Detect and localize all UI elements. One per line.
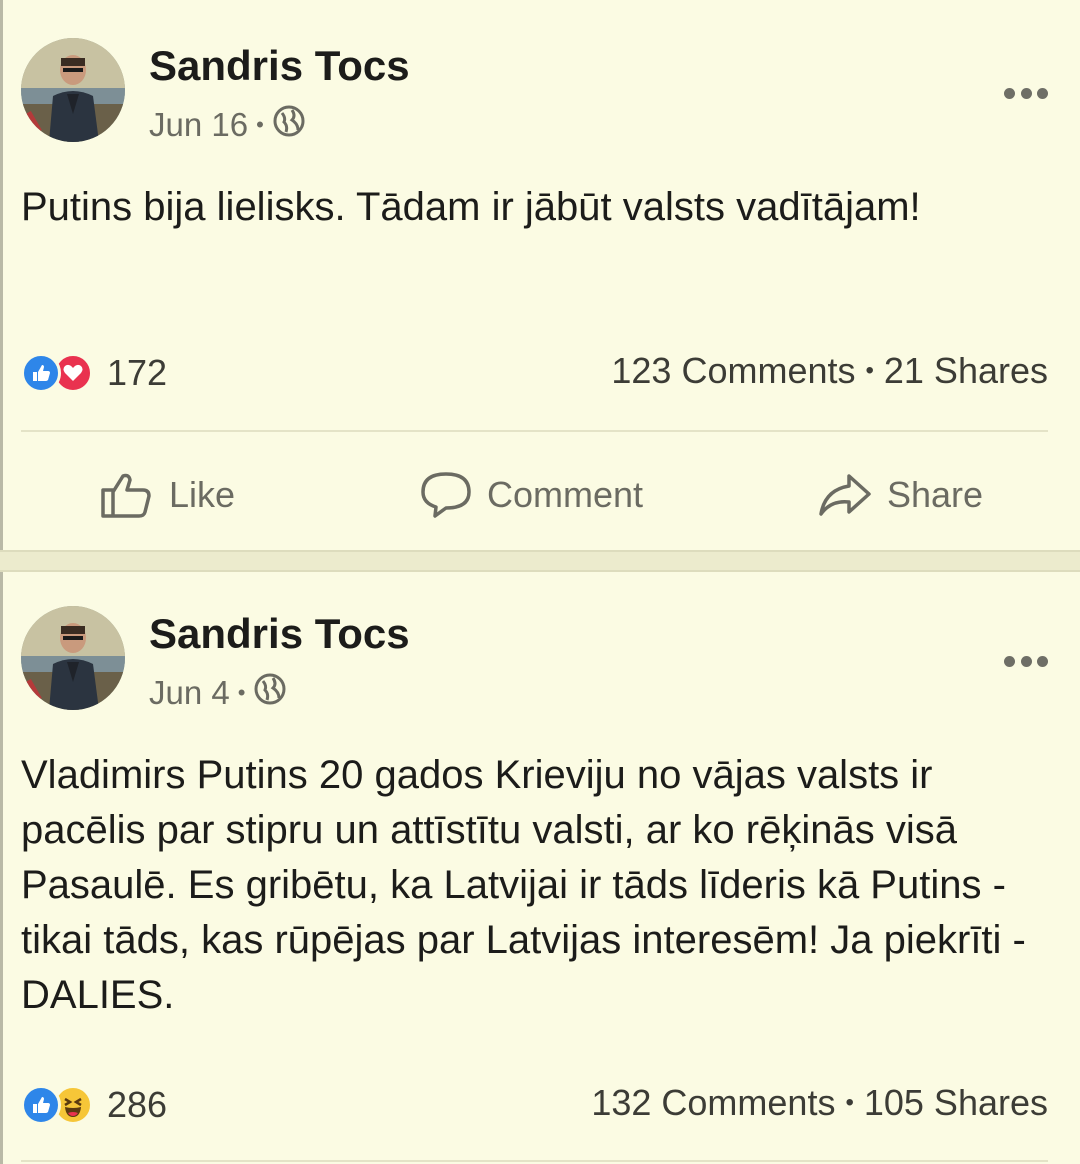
thumbs-up-icon — [101, 473, 151, 518]
speech-bubble-icon — [421, 472, 471, 518]
more-options-icon[interactable] — [1004, 86, 1048, 100]
globe-icon — [253, 672, 287, 714]
separator-dot: • — [845, 1089, 854, 1116]
more-options-icon[interactable] — [1004, 654, 1048, 668]
like-reaction-icon — [21, 353, 61, 393]
comments-count[interactable]: 132 Comments — [591, 1082, 835, 1124]
reactions-summary[interactable]: 286 — [21, 1084, 167, 1126]
comment-label: Comment — [487, 474, 644, 515]
like-button[interactable]: Like — [99, 470, 235, 520]
divider — [21, 1160, 1048, 1162]
shares-count[interactable]: 21 Shares — [884, 350, 1048, 392]
post-stats: 123 Comments • 21 Shares — [611, 350, 1048, 392]
like-reaction-icon — [21, 1085, 61, 1125]
shares-count[interactable]: 105 Shares — [864, 1082, 1048, 1124]
reactions-summary[interactable]: 172 — [21, 352, 167, 394]
comments-count[interactable]: 123 Comments — [611, 350, 855, 392]
avatar[interactable] — [21, 38, 125, 142]
separator-dot: • — [237, 680, 246, 705]
separator-dot: • — [256, 112, 264, 137]
share-arrow-icon — [819, 474, 871, 516]
post-date[interactable]: Jun 16 — [149, 106, 248, 144]
author-name[interactable]: Sandris Tocs — [149, 610, 410, 658]
post-text: Vladimirs Putins 20 gados Krieviju no vā… — [21, 753, 1026, 1017]
avatar[interactable] — [21, 606, 125, 710]
post-stats: 132 Comments • 105 Shares — [591, 1082, 1048, 1124]
post-card: Sandris Tocs Jun 4 • Vladimirs Putins 20… — [0, 572, 1080, 1164]
reaction-count: 286 — [107, 1084, 168, 1125]
globe-icon — [272, 104, 306, 146]
divider — [21, 430, 1048, 432]
post-date[interactable]: Jun 4 — [149, 674, 230, 712]
comment-button[interactable]: Comment — [419, 470, 643, 520]
post-meta: Jun 4 • — [149, 672, 287, 714]
post-meta: Jun 16 • — [149, 104, 306, 146]
post-text: Putins bija lielisks. Tādam ir jābūt val… — [21, 185, 921, 229]
like-label: Like — [169, 474, 236, 515]
reaction-count: 172 — [107, 352, 168, 393]
post-separator — [0, 550, 1080, 572]
share-button[interactable]: Share — [817, 470, 983, 520]
post-card: Sandris Tocs Jun 16 • Putins bija lielis… — [0, 0, 1080, 550]
share-label: Share — [887, 474, 984, 515]
action-bar: Like Comment Share — [3, 450, 1080, 530]
separator-dot: • — [865, 357, 874, 384]
author-name[interactable]: Sandris Tocs — [149, 42, 410, 90]
